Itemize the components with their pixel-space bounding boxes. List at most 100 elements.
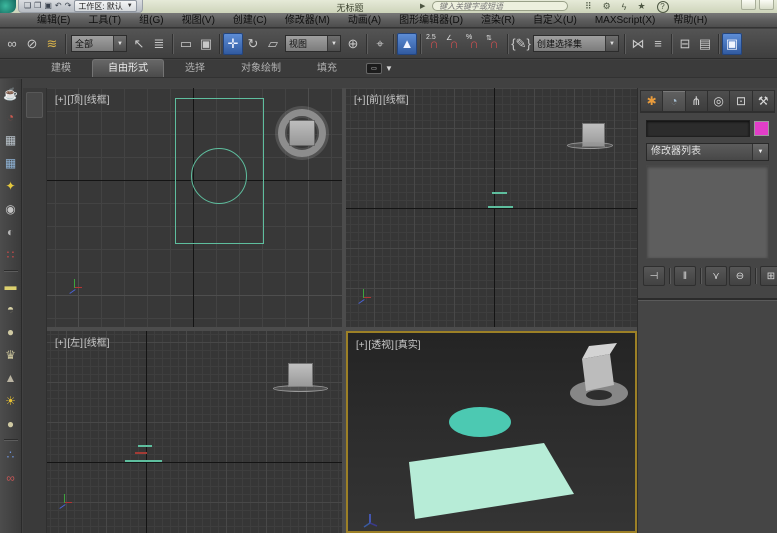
workspace-dropdown[interactable]: 工作区: 默认 ▼ bbox=[74, 0, 136, 12]
viewport-shading-button[interactable]: [线框] bbox=[383, 95, 409, 106]
chevron-down-icon[interactable]: ▼ bbox=[752, 144, 768, 160]
box-object-front[interactable] bbox=[582, 354, 614, 391]
viewport-left[interactable]: [+][左][线框] bbox=[47, 331, 342, 533]
favorites-star-icon[interactable]: ★ bbox=[637, 1, 645, 12]
half-sphere-icon[interactable]: ◐ bbox=[3, 224, 19, 240]
menu-item-1[interactable]: 工具(T) bbox=[79, 13, 130, 28]
angle-snap-icon[interactable]: ∠∩ bbox=[444, 33, 464, 55]
menu-item-7[interactable]: 图形编辑器(D) bbox=[390, 13, 472, 28]
pin-stack-button[interactable]: ⊣ bbox=[643, 266, 665, 286]
circle-spline-edge[interactable] bbox=[138, 445, 152, 447]
search-input[interactable] bbox=[432, 1, 568, 11]
cone-icon[interactable]: ▲ bbox=[3, 370, 19, 386]
select-and-rotate-icon[interactable]: ↻ bbox=[243, 33, 263, 55]
circle-spline[interactable] bbox=[191, 148, 247, 204]
menu-item-3[interactable]: 视图(V) bbox=[173, 13, 224, 28]
ribbon-tab-2[interactable]: 选择 bbox=[170, 60, 220, 77]
open-file-icon[interactable]: ❒ bbox=[34, 2, 41, 10]
select-and-manipulate-icon[interactable]: ⌖ bbox=[370, 33, 390, 55]
ribbon-tab-4[interactable]: 填充 bbox=[302, 60, 352, 77]
sun-icon[interactable]: ☀ bbox=[3, 393, 19, 409]
torus-object[interactable] bbox=[567, 142, 613, 149]
apps-grid-icon[interactable]: ⠿ bbox=[585, 1, 592, 12]
schedule-table-icon[interactable]: ▦ bbox=[3, 155, 19, 171]
spinner-snap-icon[interactable]: ⇅∩ bbox=[484, 33, 504, 55]
lightbulb-icon[interactable]: ✦ bbox=[3, 178, 19, 194]
percent-snap-icon[interactable]: %∩ bbox=[464, 33, 484, 55]
ribbon-tab-1[interactable]: 自由形式 bbox=[92, 59, 164, 77]
menu-item-9[interactable]: 自定义(U) bbox=[524, 13, 586, 28]
save-file-icon[interactable]: ▣ bbox=[44, 2, 52, 10]
plane-icon[interactable]: ▬ bbox=[3, 278, 19, 294]
menu-item-4[interactable]: 创建(C) bbox=[224, 13, 276, 28]
menu-item-0[interactable]: 编辑(E) bbox=[28, 13, 79, 28]
edit-named-sets-icon[interactable]: {✎} bbox=[511, 33, 531, 55]
menu-item-8[interactable]: 渲染(R) bbox=[472, 13, 524, 28]
create-tab[interactable]: ✱ bbox=[640, 90, 663, 112]
layer-manager-icon[interactable]: ⊟ bbox=[675, 33, 695, 55]
viewport-menu-button[interactable]: [+] bbox=[356, 340, 367, 351]
redo-icon[interactable]: ↷ bbox=[65, 2, 72, 10]
keyboard-override-icon[interactable]: ▲ bbox=[397, 33, 417, 55]
remove-modifier-button[interactable]: ⊖ bbox=[729, 266, 751, 286]
snowflake-icon[interactable]: ∴ bbox=[3, 447, 19, 463]
viewport-perspective[interactable]: [+][透视][真实] bbox=[346, 331, 637, 533]
red-spheres-icon[interactable]: ∷ bbox=[3, 247, 19, 263]
viewport-top[interactable]: [+][顶][线框] bbox=[47, 88, 342, 327]
hierarchy-tab[interactable]: ⋔ bbox=[686, 90, 708, 112]
ribbon-overflow-button[interactable]: ▭▼ bbox=[366, 63, 393, 74]
use-pivot-center-icon[interactable]: ⊕ bbox=[343, 33, 363, 55]
plane-object[interactable] bbox=[409, 443, 574, 519]
menu-item-5[interactable]: 修改器(M) bbox=[276, 13, 339, 28]
select-object-icon[interactable]: ↖ bbox=[129, 33, 149, 55]
display-tab[interactable]: ⊡ bbox=[730, 90, 752, 112]
show-end-result-button[interactable]: ‖ bbox=[674, 266, 696, 286]
menu-item-6[interactable]: 动画(A) bbox=[339, 13, 390, 28]
circle-spline-edge[interactable] bbox=[492, 192, 507, 194]
sphere-icon[interactable]: ● bbox=[3, 324, 19, 340]
viewport-menu-button[interactable]: [+] bbox=[55, 95, 66, 106]
ribbon-tab-0[interactable]: 建模 bbox=[36, 60, 86, 77]
make-unique-button[interactable]: ⋎ bbox=[705, 266, 727, 286]
select-by-name-icon[interactable]: ≣ bbox=[149, 33, 169, 55]
viewport-view-button[interactable]: [顶] bbox=[67, 95, 83, 106]
render-setup-icon[interactable]: ▣ bbox=[722, 33, 742, 55]
maximize-button[interactable] bbox=[759, 0, 774, 10]
select-and-link-icon[interactable]: ∞ bbox=[2, 33, 22, 55]
utilities-tab[interactable]: ⚒ bbox=[753, 90, 775, 112]
viewport-layout-tab[interactable] bbox=[26, 92, 43, 118]
snaps-toggle-icon[interactable]: 2.5∩ bbox=[424, 33, 444, 55]
bind-to-space-warp-icon[interactable]: ≋ bbox=[42, 33, 62, 55]
infocenter-expand-icon[interactable]: ▶ bbox=[420, 2, 425, 10]
circle-spline-filled[interactable] bbox=[449, 407, 511, 437]
sphere2-icon[interactable]: ● bbox=[3, 416, 19, 432]
help-icon[interactable]: ? bbox=[657, 1, 669, 13]
scene-explorer-icon[interactable]: ▤ bbox=[695, 33, 715, 55]
plane-edge[interactable] bbox=[125, 460, 162, 462]
box-object[interactable] bbox=[288, 363, 313, 387]
minimize-button[interactable] bbox=[741, 0, 756, 10]
viewport-view-button[interactable]: [透视] bbox=[368, 340, 394, 351]
modify-tab[interactable]: ◔ bbox=[663, 90, 685, 112]
viewport-front[interactable]: [+][前][线框] bbox=[346, 88, 637, 327]
undo-icon[interactable]: ↶ bbox=[55, 2, 62, 10]
viewport-view-button[interactable]: [前] bbox=[366, 95, 382, 106]
mirror-icon[interactable]: ⋈ bbox=[628, 33, 648, 55]
unlink-selection-icon[interactable]: ⊘ bbox=[22, 33, 42, 55]
torus-object[interactable] bbox=[273, 385, 328, 392]
lightning-icon[interactable]: ϟ bbox=[622, 2, 627, 12]
modifier-list-dropdown[interactable]: 修改器列表 ▼ bbox=[646, 143, 769, 161]
box-object[interactable] bbox=[289, 120, 315, 146]
teapot-icon[interactable]: ☕ bbox=[3, 86, 19, 102]
select-and-move-icon[interactable]: ✛ bbox=[223, 33, 243, 55]
rectangular-selection-region-icon[interactable]: ▭ bbox=[176, 33, 196, 55]
app-logo-icon[interactable] bbox=[0, 0, 16, 13]
menu-item-10[interactable]: MAXScript(X) bbox=[586, 13, 665, 28]
named-selection-sets-dropdown[interactable]: 创建选择集▼ bbox=[533, 35, 619, 52]
viewport-menu-button[interactable]: [+] bbox=[354, 95, 365, 106]
object-color-swatch[interactable] bbox=[754, 121, 769, 136]
audio-icon[interactable]: ◉ bbox=[3, 201, 19, 217]
viewport-shading-button[interactable]: [线框] bbox=[84, 95, 110, 106]
object-name-input[interactable] bbox=[646, 120, 750, 137]
gauge-icon[interactable]: ◔ bbox=[3, 109, 19, 125]
